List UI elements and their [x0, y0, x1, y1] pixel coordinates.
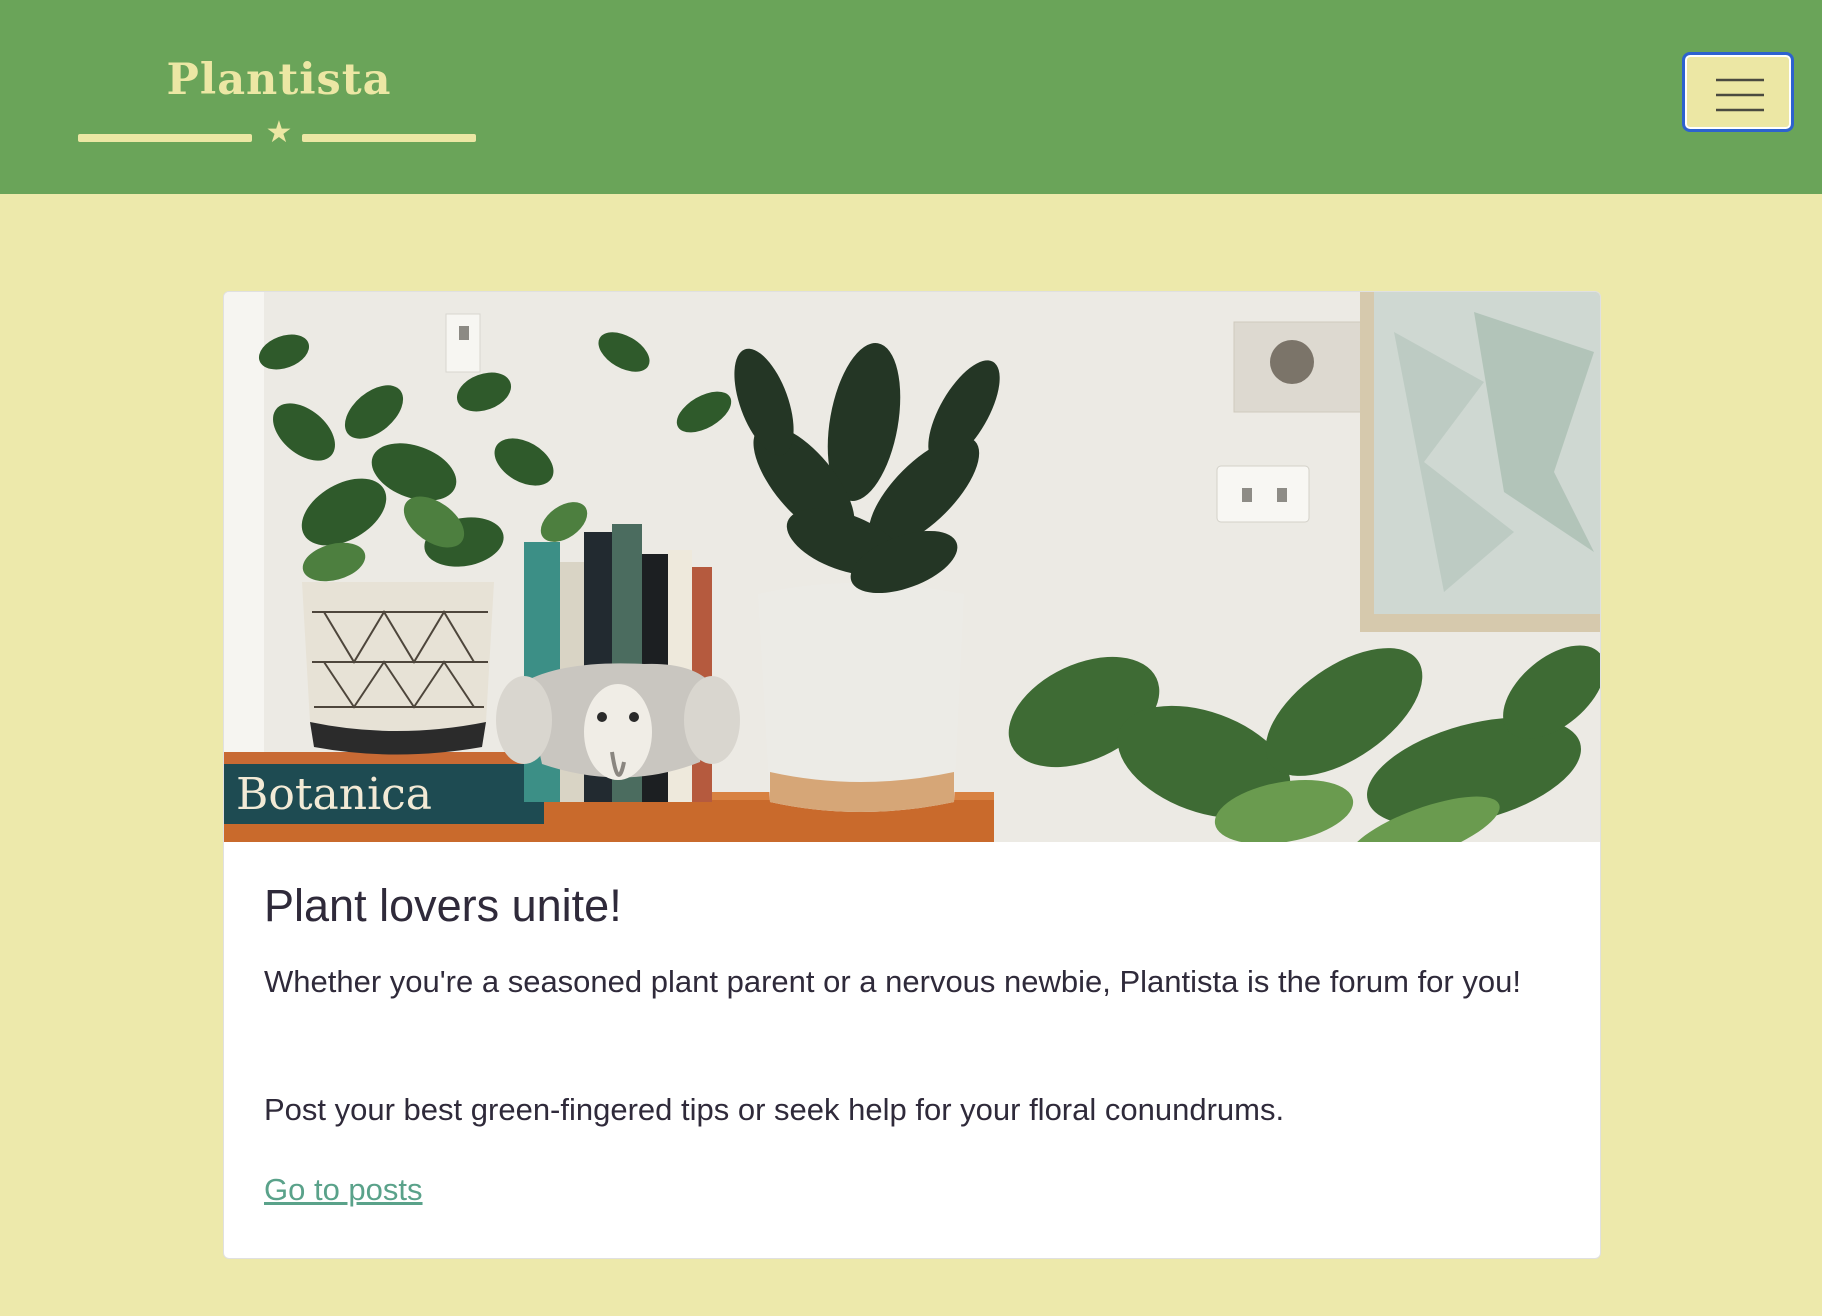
card-intro-text: Whether you're a seasoned plant parent o…: [264, 964, 1521, 999]
go-to-posts-link[interactable]: Go to posts: [264, 1166, 423, 1214]
card-title: Plant lovers unite!: [264, 880, 622, 931]
card-secondary-text: Post your best green-fingered tips or se…: [264, 1092, 1285, 1127]
brand-divider-left: [78, 134, 252, 142]
brand-divider-right: [302, 134, 476, 142]
menu-toggle-button[interactable]: [1682, 52, 1794, 132]
houseplants-photo: Botanica: [224, 292, 1600, 842]
hamburger-icon: [1716, 78, 1764, 112]
welcome-card: Botanica Plant lovers unite! Whether you…: [223, 291, 1601, 1259]
brand-name: Plantista: [166, 55, 392, 105]
brand-logo-link[interactable]: Plantista ★: [74, 52, 484, 152]
navbar: Plantista ★: [0, 0, 1822, 194]
star-icon: ★: [265, 116, 293, 149]
botanica-book-title: Botanica: [236, 769, 432, 820]
